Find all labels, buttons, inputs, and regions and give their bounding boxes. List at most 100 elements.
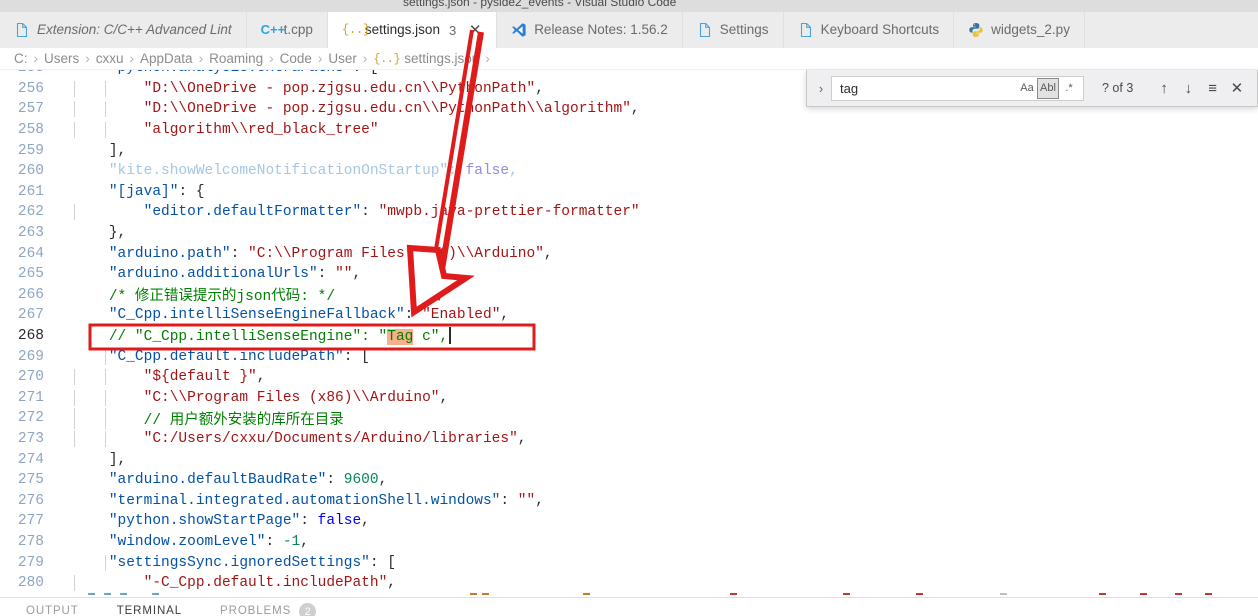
close-find-button[interactable]: ✕ <box>1225 76 1249 100</box>
line-number: 279 <box>17 554 44 571</box>
breadcrumb-item[interactable]: cxxu <box>96 51 124 66</box>
breadcrumb-item[interactable]: Users <box>44 51 79 66</box>
line-content[interactable]: "C_Cpp.intelliSenseEngineFallback": "Ena… <box>66 307 1258 323</box>
line-content[interactable]: "settingsSync.ignoredSettings": [ <box>66 554 1258 571</box>
search-input[interactable] <box>840 76 1016 100</box>
breadcrumb-item[interactable]: C: <box>14 51 28 66</box>
line-content[interactable]: "C_Cpp.default.includePath": [ <box>66 348 1258 365</box>
code-line[interactable]: 272 // 用户额外安装的库所在目录 <box>0 407 1258 429</box>
search-match-highlight: Tag <box>387 329 414 346</box>
code-line[interactable]: 269 "C_Cpp.default.includePath": [ <box>0 346 1258 367</box>
line-content[interactable]: "arduino.additionalUrls": "", <box>66 266 1258 282</box>
code-token: : <box>352 70 369 76</box>
code-line[interactable]: 274 ], <box>0 449 1258 470</box>
code-line[interactable]: 264 "arduino.path": "C:\\Program Files (… <box>0 243 1258 264</box>
line-content[interactable]: // 用户额外安装的库所在目录 <box>66 407 1258 429</box>
line-content[interactable]: "window.zoomLevel": -1, <box>66 534 1258 550</box>
match-case-icon[interactable]: Aa <box>1017 79 1037 98</box>
line-content[interactable]: "${default }", <box>66 369 1258 386</box>
tab-extension-c-c-advanced-lint[interactable]: Extension: C/C++ Advanced Lint <box>0 12 247 48</box>
tab-keyboard-shortcuts[interactable]: Keyboard Shortcuts <box>783 12 955 48</box>
code-line[interactable]: 259 ], <box>0 140 1258 161</box>
line-content[interactable]: "arduino.defaultBaudRate": 9600, <box>66 472 1258 488</box>
overview-ruler-mark <box>1099 593 1106 595</box>
line-content[interactable]: "-C_Cpp.default.includePath", <box>66 575 1258 592</box>
breadcrumb-item[interactable]: settings.json <box>404 51 479 66</box>
code-line[interactable]: 279 "settingsSync.ignoredSettings": [ <box>0 552 1258 573</box>
line-number: 265 <box>17 266 44 283</box>
line-content[interactable]: // "C_Cpp.intelliSenseEngine": "Tag c", <box>66 327 1258 346</box>
tab-settings-json[interactable]: {..} settings.json 3 ✕ <box>327 12 498 48</box>
line-content[interactable]: "editor.defaultFormatter": "mwpb.java-pr… <box>66 204 1258 221</box>
whole-word-icon[interactable]: Abl <box>1037 77 1059 99</box>
code-token: : <box>178 183 196 200</box>
tab-widgets-2-py[interactable]: widgets_2.py <box>954 12 1085 48</box>
find-input-wrapper[interactable]: Aa Abl .* <box>831 75 1084 101</box>
previous-match-button[interactable]: ↑ <box>1152 76 1176 100</box>
code-line[interactable]: 273 "C:/Users/cxxu/Documents/Arduino/lib… <box>0 429 1258 450</box>
line-content[interactable]: /* 修正错误提示的json代码: */ <box>66 284 1258 305</box>
toggle-replace-icon[interactable]: › <box>811 81 831 96</box>
panel-tab-output[interactable]: OUTPUT <box>26 598 79 616</box>
line-number: 258 <box>17 122 44 139</box>
code-editor[interactable]: 255 "python.analysis.extraPaths": [256 "… <box>0 70 1258 597</box>
tab-t-cpp[interactable]: C++ t.cpp <box>246 12 328 48</box>
code-line[interactable]: 265 "arduino.additionalUrls": "", <box>0 264 1258 285</box>
code-line[interactable]: 271 "C:\\Program Files (x86)\\Arduino", <box>0 388 1258 409</box>
code-line[interactable]: 258 "algorithm\\red_black_tree" <box>0 120 1258 141</box>
breadcrumb-separator: › <box>485 51 490 66</box>
find-widget[interactable]: › Aa Abl .* ? of 3 ↑ ↓ ≡ ✕ <box>806 70 1258 107</box>
code-token: // 用户额外安装的库所在目录 <box>143 412 344 429</box>
line-content[interactable]: "C:/Users/cxxu/Documents/Arduino/librari… <box>66 430 1258 447</box>
code-line[interactable]: 270 "${default }", <box>0 367 1258 388</box>
code-line[interactable]: 261 "[java]": { <box>0 182 1258 203</box>
line-content[interactable]: "algorithm\\red_black_tree" <box>66 122 1258 139</box>
code-line[interactable]: 277 "python.showStartPage": false, <box>0 511 1258 532</box>
breadcrumb-item[interactable]: Code <box>280 51 312 66</box>
line-content[interactable]: "python.showStartPage": false, <box>66 513 1258 529</box>
line-content[interactable]: ], <box>66 452 1258 468</box>
code-token: : <box>369 554 388 571</box>
code-line[interactable]: 280 "-C_Cpp.default.includePath", <box>0 573 1258 594</box>
code-line[interactable]: 263 }, <box>0 223 1258 244</box>
line-content[interactable]: "arduino.path": "C:\\Program Files (x86)… <box>66 246 1258 262</box>
code-line[interactable]: 266 /* 修正错误提示的json代码: */ <box>0 285 1258 306</box>
code-lines[interactable]: 255 "python.analysis.extraPaths": [256 "… <box>0 70 1258 593</box>
code-line[interactable]: 278 "window.zoomLevel": -1, <box>0 532 1258 553</box>
code-token: "terminal.integrated.automationShell.win… <box>108 492 501 509</box>
code-token: "C_Cpp.default.includePath" <box>108 348 344 365</box>
breadcrumb-item[interactable]: Roaming <box>209 51 263 66</box>
panel-tab-strip: OUTPUT TERMINAL PROBLEMS 2 <box>0 597 1258 616</box>
line-content[interactable]: "[java]": { <box>66 184 1258 200</box>
tab-release-notes-1-56-2[interactable]: Release Notes: 1.56.2 <box>497 12 683 48</box>
line-content[interactable]: ], <box>66 143 1258 159</box>
code-token: [ <box>361 348 370 365</box>
code-line[interactable]: 262 "editor.defaultFormatter": "mwpb.jav… <box>0 202 1258 223</box>
code-line[interactable]: 260 "kite.showWelcomeNotificationOnStart… <box>0 161 1258 182</box>
regex-icon[interactable]: .* <box>1059 79 1079 98</box>
line-content[interactable]: "C:\\Program Files (x86)\\Arduino", <box>66 389 1258 406</box>
code-token: , <box>352 266 362 283</box>
breadcrumb-item[interactable]: User <box>328 51 357 66</box>
line-number: 270 <box>17 369 44 386</box>
indent-guide <box>74 80 75 97</box>
line-content[interactable]: }, <box>66 225 1258 241</box>
breadcrumb-item[interactable]: AppData <box>140 51 193 66</box>
panel-tab-terminal[interactable]: TERMINAL <box>117 598 182 616</box>
code-token: , <box>535 492 544 509</box>
line-content[interactable]: "kite.showWelcomeNotificationOnStartup":… <box>66 163 1258 179</box>
next-match-button[interactable]: ↓ <box>1176 76 1200 100</box>
panel-tab-problems[interactable]: PROBLEMS <box>220 598 291 616</box>
indent-guide <box>74 575 75 592</box>
breadcrumb[interactable]: C: › Users › cxxu › AppData › Roaming › Code › User ›… <box>0 48 1258 70</box>
find-in-selection-icon[interactable]: ≡ <box>1201 76 1225 100</box>
code-token: : <box>404 307 423 324</box>
line-content[interactable]: "terminal.integrated.automationShell.win… <box>66 493 1258 509</box>
close-icon[interactable]: ✕ <box>468 23 482 38</box>
code-line[interactable]: 267 "C_Cpp.intelliSenseEngineFallback": … <box>0 305 1258 326</box>
code-line[interactable]: 268 // "C_Cpp.intelliSenseEngine": "Tag … <box>0 326 1258 347</box>
tab-settings[interactable]: Settings <box>682 12 784 48</box>
code-line[interactable]: 276 "terminal.integrated.automationShell… <box>0 490 1258 511</box>
code-line[interactable]: 275 "arduino.defaultBaudRate": 9600, <box>0 470 1258 491</box>
